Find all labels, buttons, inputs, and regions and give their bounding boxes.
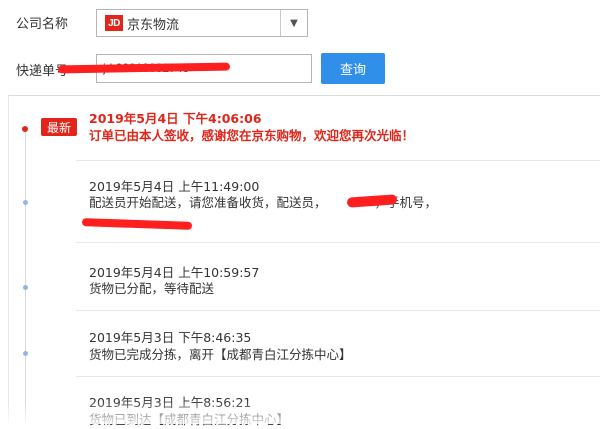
jd-logo-icon: JD [105,15,123,31]
event-desc: 订单已由本人签收，感谢您在京东购物，欢迎您再次光临！ [89,128,415,143]
timeline-dot-latest [22,126,28,132]
bottom-fade [0,400,600,424]
separator [76,160,600,161]
separator [76,376,600,377]
event-desc-prefix: 配送员开始配送，请您准备收货，配送员， [89,195,327,210]
chevron-down-icon[interactable]: ▼ [280,10,307,36]
latest-badge: 最新 [41,118,77,136]
timeline-dot [23,351,28,356]
company-label: 公司名称 [16,17,69,32]
event-time: 2019年5月3日 下午8:46:35 [89,330,252,345]
event-desc: 货物已完成分拣，离开【成都青白江分拣中心】 [89,347,352,362]
company-select[interactable]: JD 京东物流 ▼ [96,9,308,37]
company-value: 京东物流 [127,18,180,33]
separator [76,310,600,311]
query-button[interactable]: 查询 [321,53,385,84]
timeline-dot [23,200,28,205]
event-desc: 货物已分配，等待配送 [89,281,215,296]
timeline-dot [23,285,28,290]
timeline-line [25,130,26,424]
separator [76,242,600,243]
event-time: 2019年5月4日 下午4:06:06 [89,111,262,126]
